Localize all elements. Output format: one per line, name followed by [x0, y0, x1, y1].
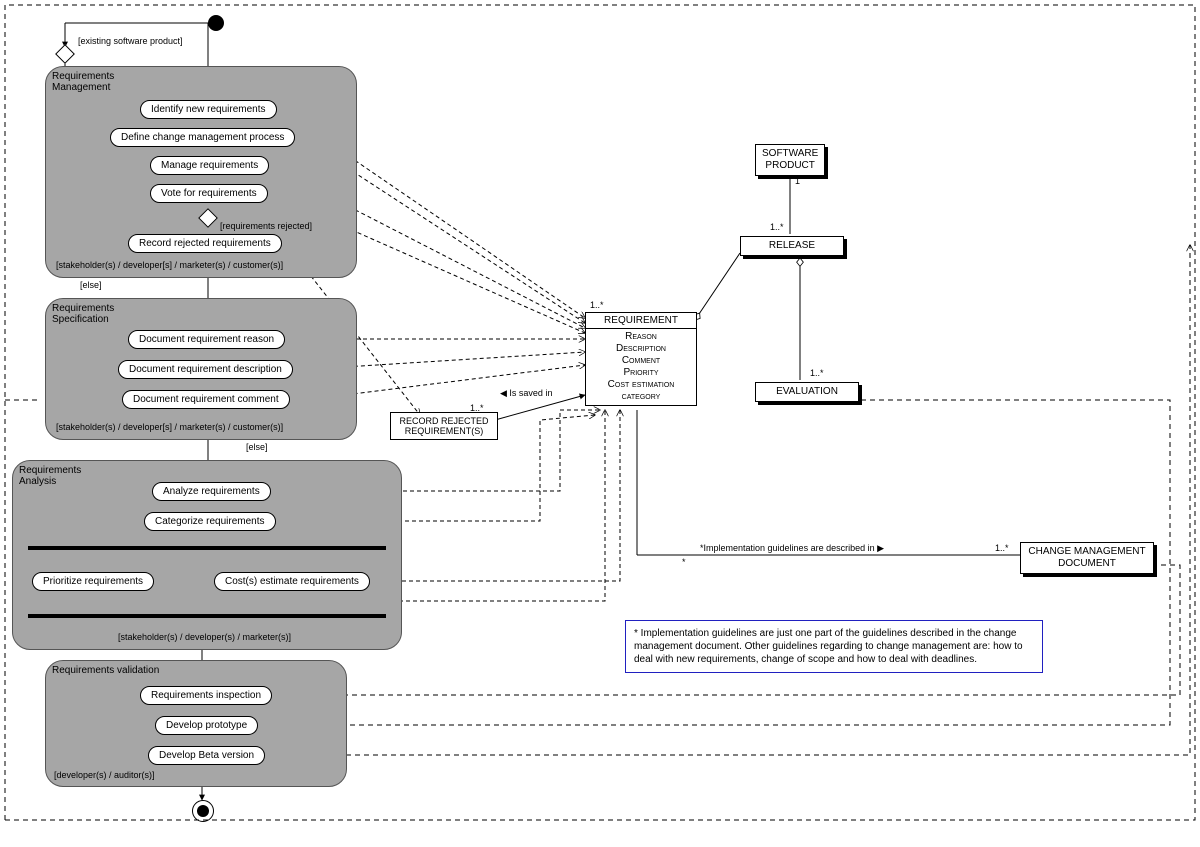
- activity-categorize: Categorize requirements: [144, 512, 276, 531]
- phase3-title: RequirementsAnalysis: [19, 465, 81, 487]
- guard-existing: [existing software product]: [78, 36, 183, 46]
- phase2-roles: [stakeholder(s) / developer[s] / markete…: [56, 422, 283, 432]
- activity-prototype: Develop prototype: [155, 716, 258, 735]
- mult-req: 1..*: [590, 300, 604, 310]
- guard-req-rejected: [requirements rejected]: [220, 221, 312, 231]
- join-bar: [28, 614, 386, 618]
- activity-inspection: Requirements inspection: [140, 686, 272, 705]
- mult-sw1: 1: [795, 176, 800, 186]
- activity-identify-new-req: Identify new requirements: [140, 100, 277, 119]
- fork-bar: [28, 546, 386, 550]
- initial-node: [208, 15, 224, 31]
- class-requirement: REQUIREMENT Reason Description Comment P…: [585, 312, 697, 406]
- class-rejected-name: RECORD REJECTEDREQUIREMENT(S): [391, 413, 497, 439]
- activity-manage-req: Manage requirements: [150, 156, 269, 175]
- mult-rejected: 1..*: [470, 403, 484, 413]
- mult-eval: 1..*: [810, 368, 824, 378]
- guard-else2: [else]: [246, 442, 268, 452]
- class-change-mgmt-doc: CHANGE MANAGEMENTDOCUMENT: [1020, 542, 1154, 574]
- assoc-is-saved-label: ◀ Is saved in: [500, 388, 552, 399]
- class-release: RELEASE: [740, 236, 844, 256]
- activity-vote-req: Vote for requirements: [150, 184, 268, 203]
- phase4-title: Requirements validation: [52, 665, 159, 676]
- activity-doc-description: Document requirement description: [118, 360, 293, 379]
- class-requirement-attrs: Reason Description Comment Priority Cost…: [586, 329, 696, 405]
- class-software-product: SOFTWAREPRODUCT: [755, 144, 825, 176]
- assoc-impl-guide: *Implementation guidelines are described…: [700, 543, 884, 554]
- class-rejected-record: RECORD REJECTEDREQUIREMENT(S): [390, 412, 498, 440]
- phase1-title: RequirementsManagement: [52, 71, 114, 93]
- phase4-roles: [developer(s) / auditor(s)]: [54, 770, 155, 780]
- phase3-roles: [stakeholder(s) / developer(s) / markete…: [118, 632, 291, 642]
- mult-rel: 1..*: [770, 222, 784, 232]
- activity-analyze: Analyze requirements: [152, 482, 271, 501]
- note-implementation-guidelines: * Implementation guidelines are just one…: [625, 620, 1043, 673]
- activity-beta: Develop Beta version: [148, 746, 265, 765]
- decision-existing-product: [55, 44, 75, 64]
- activity-doc-reason: Document requirement reason: [128, 330, 285, 349]
- activity-doc-comment: Document requirement comment: [122, 390, 290, 409]
- class-evaluation: EVALUATION: [755, 382, 859, 402]
- phase2-title: RequirementsSpecification: [52, 303, 114, 325]
- mult-star: *: [682, 557, 686, 567]
- activity-cost-estimate: Cost(s) estimate requirements: [214, 572, 370, 591]
- class-requirement-name: REQUIREMENT: [586, 313, 696, 329]
- mult-cmd: 1..*: [995, 543, 1009, 553]
- final-node: [192, 800, 214, 822]
- activity-record-rejected: Record rejected requirements: [128, 234, 282, 253]
- guard-else1: [else]: [80, 280, 102, 290]
- activity-define-change-process: Define change management process: [110, 128, 295, 147]
- activity-prioritize: Prioritize requirements: [32, 572, 154, 591]
- phase1-roles: [stakeholder(s) / developer[s] / markete…: [56, 260, 283, 270]
